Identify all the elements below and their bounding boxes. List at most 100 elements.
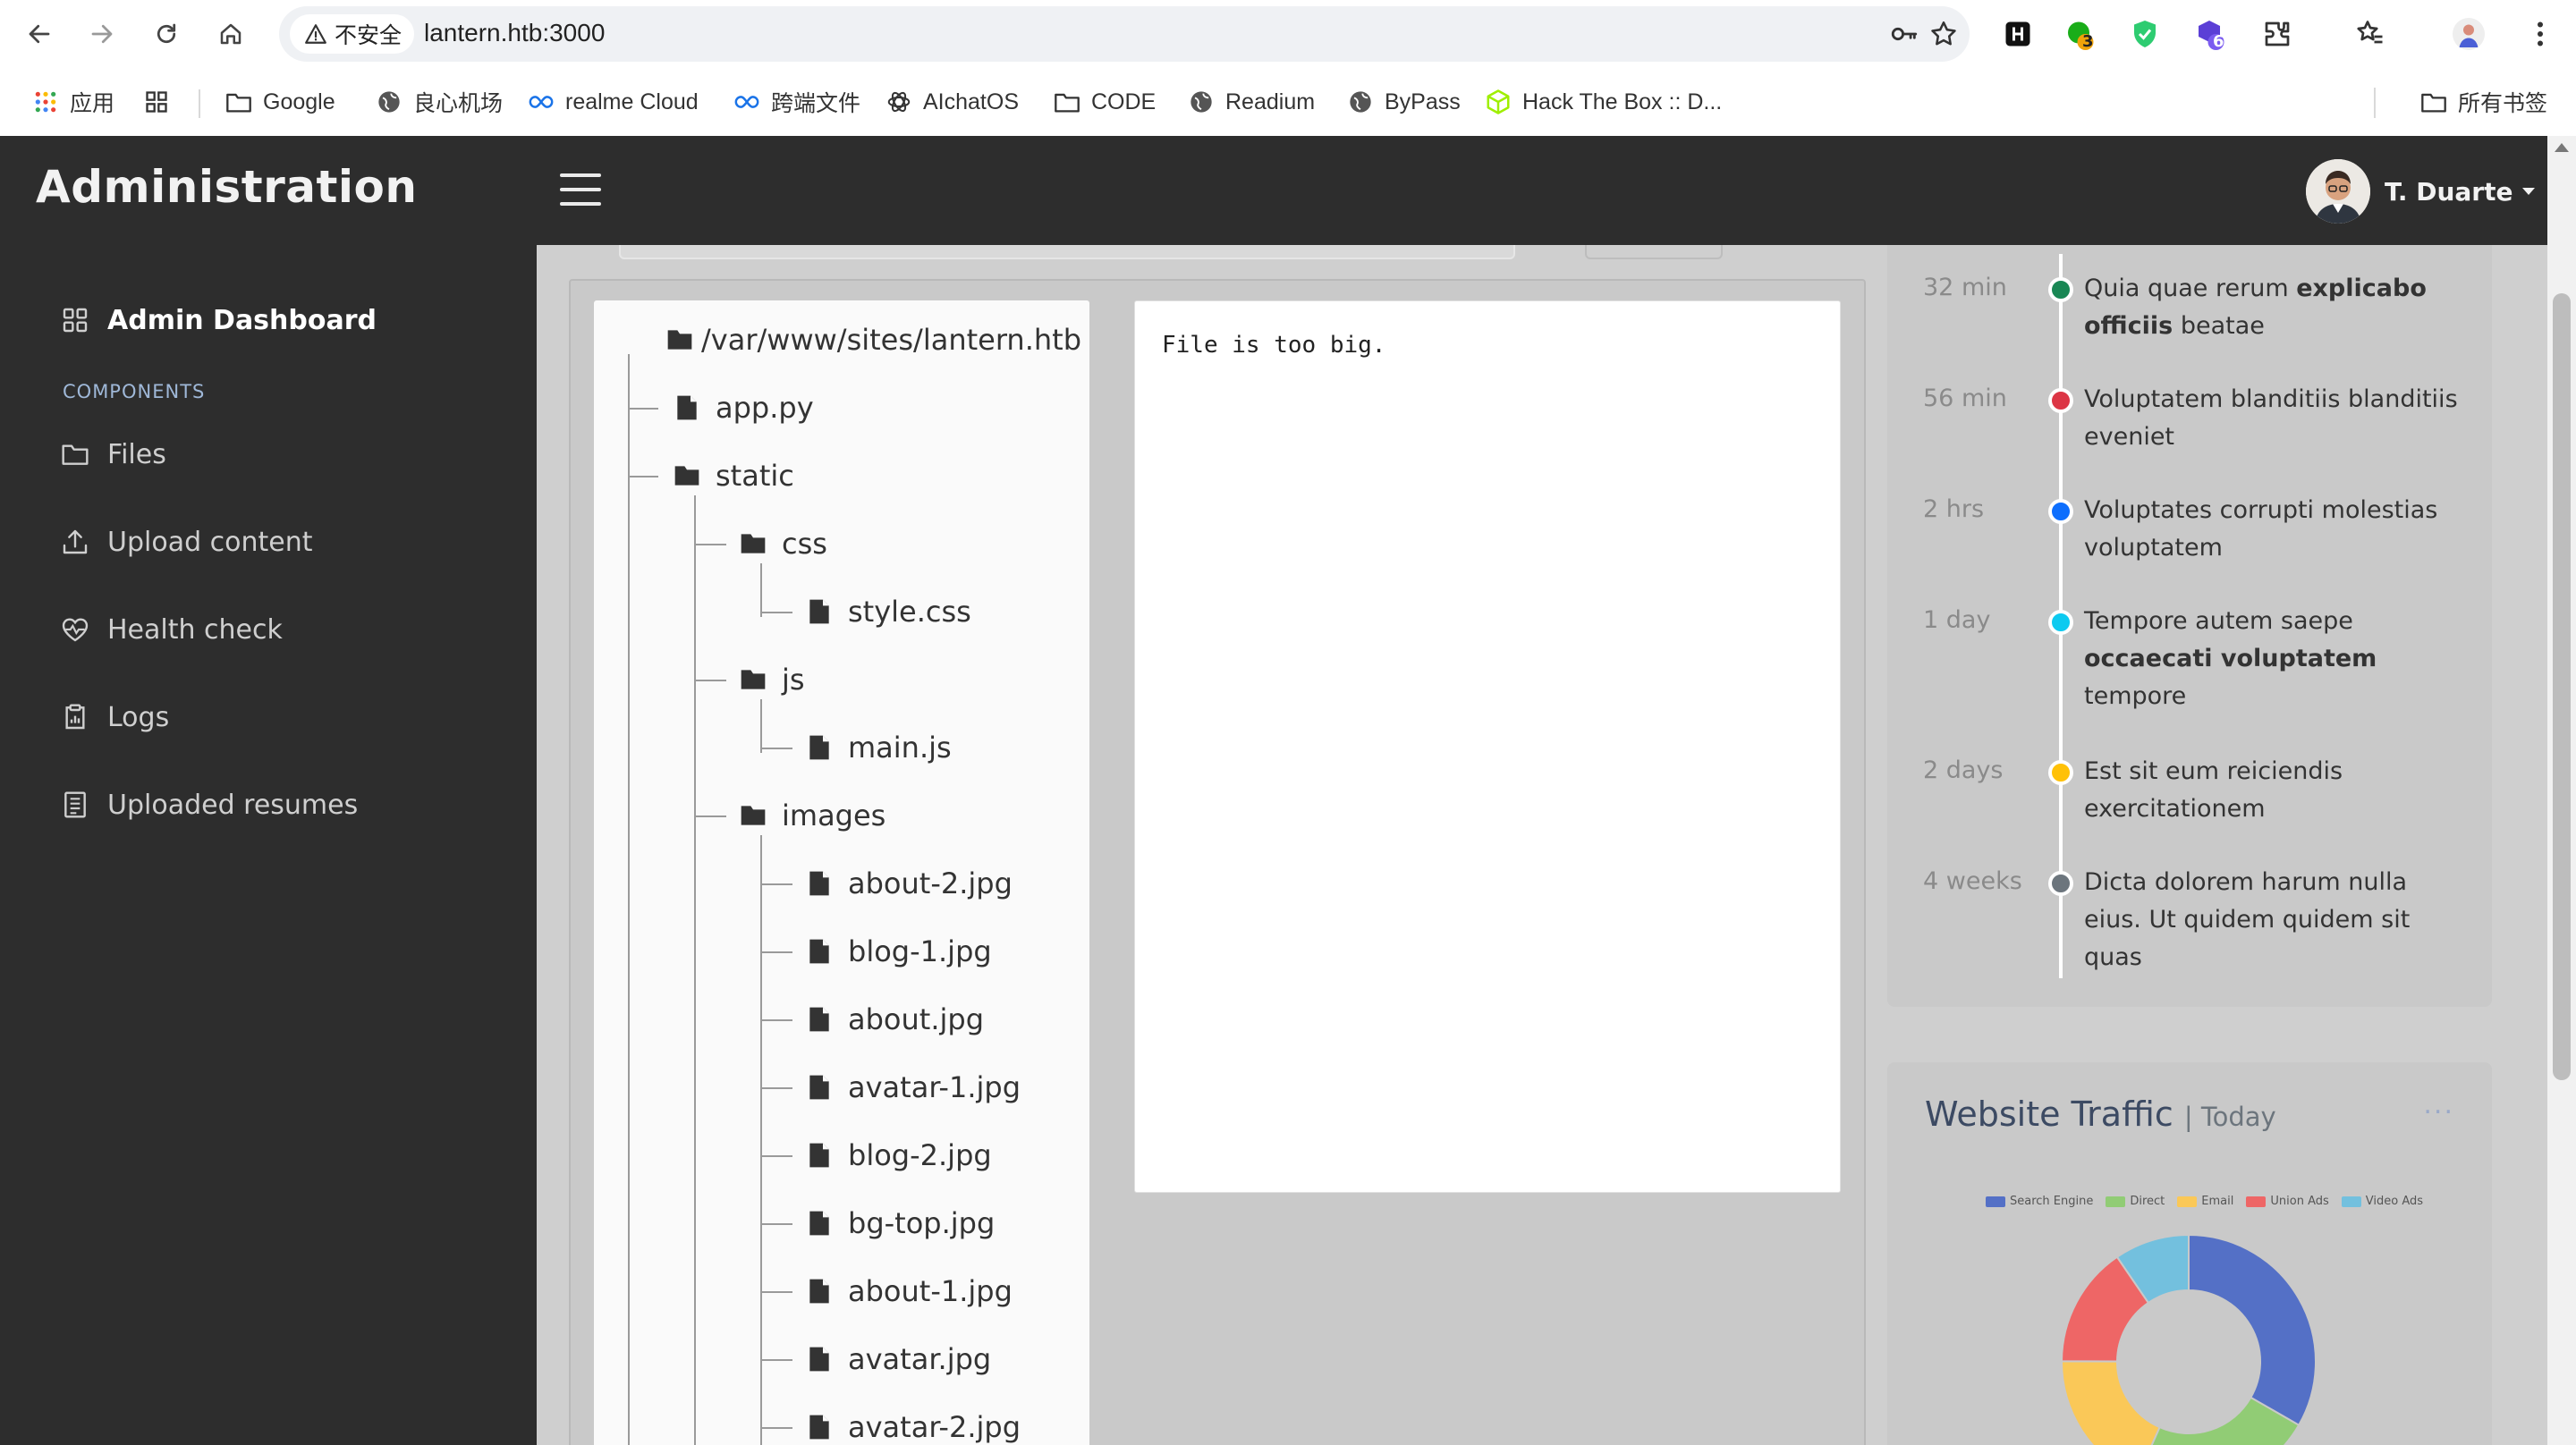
extensions-puzzle-icon[interactable] — [2261, 18, 2293, 50]
reload-button[interactable] — [145, 13, 188, 55]
scroll-up-arrow-icon[interactable] — [2555, 143, 2569, 152]
tree-node-label: static — [716, 459, 794, 493]
tree-node-file[interactable]: blog-1.jpg — [805, 930, 992, 973]
bookmark-all-bookmarks[interactable]: 所有书签 — [2420, 86, 2547, 118]
bookmark-label: Readium — [1225, 89, 1316, 114]
tree-connector — [760, 1155, 792, 1157]
legend-item[interactable]: Search Engine — [1986, 1195, 2093, 1208]
file-icon — [809, 871, 829, 896]
tree-root-folder[interactable]: /var/www/sites/lantern.htb — [665, 318, 1081, 361]
forward-button[interactable] — [80, 13, 123, 55]
grid-icon — [63, 308, 88, 333]
tree-node-file[interactable]: about-2.jpg — [805, 862, 1013, 905]
url-text: lantern.htb:3000 — [424, 19, 606, 46]
tree-node-label: about.jpg — [848, 1002, 985, 1036]
legend-item[interactable]: Email — [2177, 1195, 2233, 1208]
tree-node-file[interactable]: blog-2.jpg — [805, 1134, 992, 1177]
bookmark-apps[interactable]: 应用 — [32, 86, 114, 118]
tree-node-file[interactable]: main.js — [805, 726, 952, 769]
shield-extension-icon[interactable] — [2129, 18, 2161, 50]
legend-item[interactable]: Video Ads — [2341, 1195, 2423, 1208]
folder-icon — [2420, 89, 2447, 115]
sidebar-toggle-button[interactable] — [560, 172, 603, 207]
arrow-left-icon — [29, 24, 50, 44]
user-menu[interactable]: T. Duarte — [2306, 159, 2535, 224]
file-icon — [809, 1075, 829, 1100]
extension-badge: 6 — [2213, 32, 2224, 51]
tree-node-file[interactable]: avatar.jpg — [805, 1338, 991, 1381]
bookmark-hackthebox[interactable]: Hack The Box :: D... — [1485, 86, 1722, 118]
main-content: /var/www/sites/lantern.htb app.py static… — [537, 245, 2547, 1445]
bookmark-aichatos[interactable]: AIchatOS — [886, 86, 1019, 118]
bookmark-realme-cloud[interactable]: realme Cloud — [528, 86, 699, 118]
sidebar-item-admin-dashboard[interactable]: Admin Dashboard — [61, 299, 377, 342]
bookmark-star-icon[interactable] — [1928, 19, 1959, 49]
bookmark-tab-groups[interactable] — [143, 86, 170, 118]
tree-node-label: avatar-2.jpg — [848, 1410, 1021, 1444]
bookmark-readium[interactable]: Readium — [1188, 86, 1315, 118]
bookmark-label: realme Cloud — [565, 89, 699, 114]
sidebar-item-logs[interactable]: Logs — [61, 696, 169, 739]
security-indicator[interactable]: 不安全 — [290, 14, 415, 54]
infinity-icon — [528, 89, 555, 115]
tree-node-file[interactable]: about.jpg — [805, 998, 984, 1041]
reading-list-icon[interactable] — [2354, 18, 2386, 50]
back-button[interactable] — [18, 13, 61, 55]
sidebar-item-label: Admin Dashboard — [107, 304, 377, 336]
tree-connector — [760, 1427, 792, 1429]
more-options-button[interactable]: ... — [2423, 1089, 2454, 1120]
path-input[interactable] — [619, 245, 1515, 259]
tree-node-file[interactable]: bg-top.jpg — [805, 1202, 995, 1245]
tree-node-label: style.css — [848, 595, 971, 629]
tree-connector — [694, 680, 726, 681]
tree-node-file[interactable]: app.py — [673, 386, 814, 429]
activity-text: Voluptatem blanditiis blanditiis eveniet — [2084, 385, 2458, 451]
tree-node-label: about-1.jpg — [848, 1274, 1013, 1308]
submit-button[interactable] — [1585, 245, 1723, 259]
home-button[interactable] — [209, 13, 252, 55]
website-traffic-card: Website Traffic | Today ... Search Engin… — [1887, 1062, 2492, 1445]
file-icon — [809, 939, 829, 964]
profile-avatar-icon[interactable] — [2453, 18, 2485, 50]
chat-extension-icon[interactable]: 3 — [2063, 18, 2095, 51]
file-icon — [677, 395, 697, 420]
tree-node-folder[interactable]: css — [739, 522, 827, 565]
sidebar-item-files[interactable]: Files — [61, 433, 166, 476]
tree-node-label: images — [782, 799, 886, 832]
tree-node-file[interactable]: avatar-2.jpg — [805, 1406, 1021, 1445]
tree-node-folder[interactable]: static — [673, 454, 794, 497]
tree-node-file[interactable]: about-1.jpg — [805, 1270, 1013, 1313]
legend-item[interactable]: Direct — [2106, 1195, 2165, 1208]
activity-text: Voluptates corrupti molestias voluptatem — [2084, 496, 2438, 562]
tree-connector — [760, 883, 792, 885]
bookmark-code[interactable]: CODE — [1054, 86, 1156, 118]
donut-slice[interactable] — [2188, 1234, 2317, 1427]
browser-menu-icon[interactable] — [2524, 18, 2556, 50]
legend-swatch — [2106, 1196, 2126, 1207]
tree-node-folder[interactable]: js — [739, 658, 805, 701]
clipboard-data-icon — [65, 704, 85, 730]
donut-slice[interactable] — [2061, 1360, 2161, 1445]
password-key-icon[interactable] — [1889, 19, 1919, 49]
tree-connector — [760, 1019, 792, 1021]
sidebar-item-label: Upload content — [107, 526, 313, 558]
bookmark-google[interactable]: Google — [225, 86, 335, 118]
page-scrollbar[interactable] — [2547, 136, 2576, 1445]
bookmark-cross-files[interactable]: 跨端文件 — [733, 86, 860, 118]
purple-extension-icon[interactable]: 6 — [2193, 18, 2225, 51]
avatar — [2306, 159, 2370, 224]
sidebar-item-uploaded-resumes[interactable]: Uploaded resumes — [61, 783, 358, 826]
sidebar-item-upload-content[interactable]: Upload content — [61, 520, 313, 563]
folder-icon — [225, 89, 252, 115]
legend-item[interactable]: Union Ads — [2246, 1195, 2329, 1208]
address-bar[interactable]: 不安全 lantern.htb:3000 — [279, 6, 1970, 62]
bookmark-liangxin[interactable]: 良心机场 — [376, 86, 503, 118]
tree-node-folder[interactable]: images — [739, 794, 886, 837]
tree-node-file[interactable]: style.css — [805, 590, 971, 633]
app-title[interactable]: Administration — [36, 161, 418, 213]
bookmark-bypass[interactable]: ByPass — [1347, 86, 1461, 118]
tree-node-file[interactable]: avatar-1.jpg — [805, 1066, 1021, 1109]
sidebar-item-health-check[interactable]: Health check — [61, 608, 283, 651]
hackerone-extension-icon[interactable] — [2002, 18, 2034, 50]
scrollbar-thumb[interactable] — [2553, 293, 2571, 1080]
